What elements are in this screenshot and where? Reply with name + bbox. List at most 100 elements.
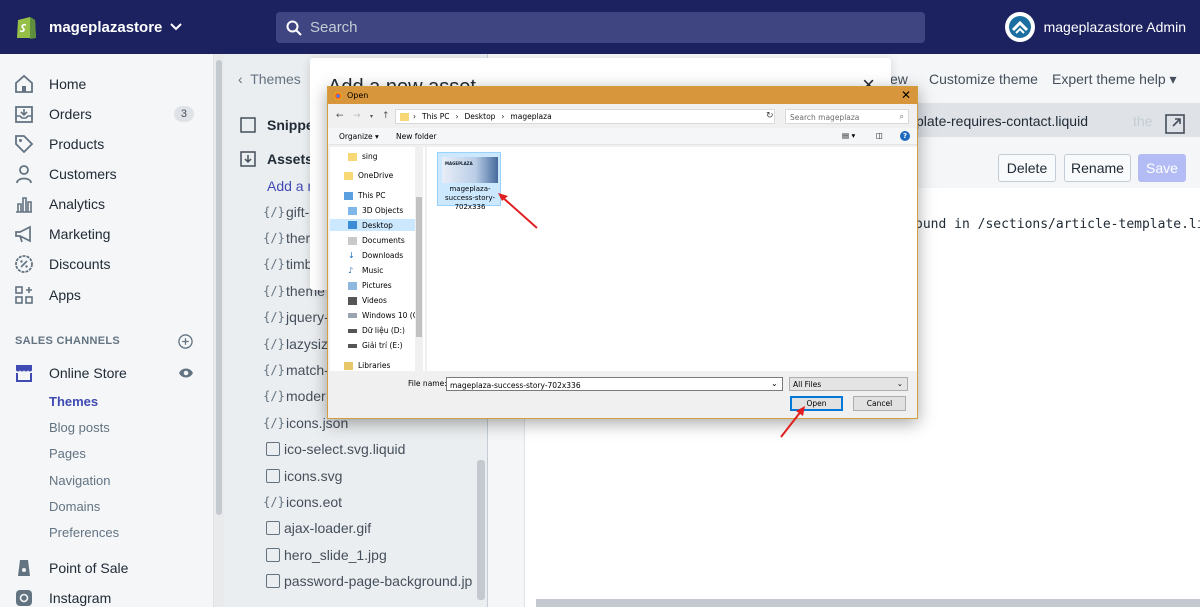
file-name-label: File name: [408, 379, 447, 388]
view-options-icon[interactable]: ▤ ▾ [842, 131, 855, 140]
file-item-selected[interactable]: MAGEPLAZA mageplaza-success-story-702x33… [437, 152, 501, 211]
preview-pane-icon[interactable]: ◫ [876, 131, 883, 140]
store-switcher[interactable]: mageplazastore [14, 14, 183, 40]
refresh-icon[interactable]: ↻ [766, 111, 774, 121]
asset-file[interactable]: hero_slide_1.jpg [266, 547, 387, 563]
sidebar-item-customers[interactable]: Customers [14, 163, 204, 185]
account-name: mageplazastore Admin [1043, 19, 1186, 35]
asset-file[interactable]: {/} moder [263, 388, 326, 404]
sidebar-scroll-thumb[interactable] [216, 60, 222, 515]
asset-file[interactable]: {/} ther [263, 230, 310, 246]
tree-item-libraries[interactable]: Libraries [344, 361, 390, 370]
customize-theme-link[interactable]: Customize theme [929, 71, 1038, 87]
open-file-tab[interactable]: plate-requires-contact.liquid the [880, 103, 1200, 137]
asset-file[interactable]: {/} timb [263, 256, 312, 272]
sidebar-sub-blog-posts[interactable]: Blog posts [49, 420, 110, 435]
address-bar[interactable]: › This PC › Desktop › mageplaza [395, 109, 775, 124]
asset-file[interactable]: ico-select.svg.liquid [266, 441, 405, 457]
forward-arrow-icon[interactable]: → [353, 111, 361, 121]
sidebar-sub-navigation[interactable]: Navigation [49, 473, 110, 488]
desktop-icon [348, 221, 357, 229]
back-to-themes-link[interactable]: ‹ Themes [238, 71, 301, 87]
open-button[interactable]: Open [790, 396, 843, 411]
tree-item-drive-d[interactable]: Dữ liệu (D:) [348, 326, 405, 335]
tree-item-pictures[interactable]: Pictures [348, 281, 392, 290]
asset-file[interactable]: {/} icons.eot [263, 494, 342, 510]
sidebar-item-analytics[interactable]: Analytics [14, 193, 204, 215]
organize-menu[interactable]: Organize ▾ [339, 132, 379, 141]
tree-item-3d-objects[interactable]: 3D Objects [348, 206, 403, 215]
file-type-select[interactable]: All Files ⌄ [789, 377, 908, 391]
asset-file[interactable]: {/} match- [263, 362, 329, 378]
tree-item-onedrive[interactable]: OneDrive [344, 171, 393, 180]
expert-theme-help-link[interactable]: Expert theme help ▾ [1052, 71, 1177, 88]
tree-item-drive-e[interactable]: Giải trí (E:) [348, 341, 403, 350]
delete-button[interactable]: Delete [998, 154, 1056, 182]
up-arrow-icon[interactable]: ↑ [382, 111, 390, 121]
tree-label: Music [362, 266, 384, 275]
sidebar-item-online-store[interactable]: Online Store [14, 362, 204, 384]
cancel-button[interactable]: Cancel [853, 396, 906, 411]
breadcrumb-desktop[interactable]: Desktop [464, 112, 495, 121]
search-input[interactable] [310, 19, 890, 36]
code-file-icon: {/} [263, 310, 285, 324]
sidebar-item-point-of-sale[interactable]: Point of Sale [14, 557, 204, 579]
asset-file[interactable]: password-page-background.jp [266, 573, 472, 589]
sidebar-sub-pages[interactable]: Pages [49, 446, 86, 461]
close-icon[interactable]: ✕ [901, 88, 911, 102]
preview-link[interactable]: ew [890, 71, 908, 87]
file-name-input[interactable] [446, 377, 783, 391]
sidebar-sub-preferences[interactable]: Preferences [49, 525, 119, 540]
recent-dropdown-icon[interactable]: ▾ [370, 113, 373, 120]
tree-item-drive-c[interactable]: Windows 10 (C:) [348, 311, 423, 320]
expand-icon[interactable] [1165, 114, 1185, 134]
sidebar-sub-domains[interactable]: Domains [49, 499, 100, 514]
drive-icon [348, 328, 357, 333]
sidebar-item-discounts[interactable]: Discounts [14, 253, 204, 275]
breadcrumb-this-pc[interactable]: This PC [422, 112, 449, 121]
asset-file[interactable]: ajax-loader.gif [266, 520, 371, 536]
tree-item-music[interactable]: ♪ Music [348, 266, 383, 275]
sidebar-item-apps[interactable]: Apps [14, 284, 204, 306]
tree-item-desktop[interactable]: Desktop [330, 219, 416, 231]
back-arrow-icon[interactable]: ← [336, 111, 344, 121]
tree-item-downloads[interactable]: ↓ Downloads [348, 251, 403, 260]
breadcrumb-mageplaza[interactable]: mageplaza [510, 112, 551, 121]
asset-file[interactable]: {/} lazysiz [263, 336, 328, 352]
asset-file[interactable]: icons.svg [266, 468, 342, 484]
tree-item-this-pc[interactable]: This PC [344, 191, 385, 200]
new-folder-button[interactable]: New folder [396, 132, 437, 141]
add-new-asset-link[interactable]: Add a n [267, 178, 315, 194]
asset-file[interactable]: {/} jquery- [263, 309, 329, 325]
tree-item-documents[interactable]: Documents [348, 236, 405, 245]
save-button[interactable]: Save [1138, 154, 1186, 182]
assets-folder[interactable]: Assets [240, 151, 313, 167]
sidebar-sub-themes[interactable]: Themes [49, 394, 98, 409]
asset-file[interactable]: {/} gift- [263, 204, 309, 220]
horizontal-scrollbar[interactable] [536, 599, 1200, 607]
sidebar-item-instagram[interactable]: Instagram [14, 587, 204, 607]
file-name-dropdown-icon[interactable]: ⌄ [771, 379, 778, 388]
sidebar-item-products[interactable]: Products [14, 133, 204, 155]
snippets-folder[interactable]: Snippe [240, 117, 314, 133]
help-icon[interactable]: ? [900, 131, 910, 141]
tree-item-videos[interactable]: Videos [348, 296, 387, 305]
search-placeholder: Search mageplaza [790, 113, 860, 122]
file-list-scrollbar[interactable] [477, 460, 485, 600]
file-name: ico-select.svg.liquid [284, 441, 406, 457]
eye-icon[interactable] [178, 367, 194, 379]
avatar [1004, 12, 1035, 42]
sidebar-item-marketing[interactable]: Marketing [14, 223, 204, 245]
add-sales-channel-icon[interactable] [178, 334, 193, 349]
tree-label: Pictures [362, 281, 392, 290]
sidebar-item-home[interactable]: Home [14, 73, 204, 95]
search-bar[interactable] [276, 12, 925, 43]
folder-search-input[interactable]: Search mageplaza ⌕ [785, 109, 909, 124]
account-menu[interactable]: mageplazastore Admin [1004, 12, 1186, 42]
tree-item-sing[interactable]: sing [348, 152, 378, 161]
thumbnail-logo: MAGEPLAZA [445, 161, 473, 166]
sidebar-item-orders[interactable]: Orders 3 [14, 103, 204, 125]
rename-button[interactable]: Rename [1064, 154, 1131, 182]
sidebar-item-label: Apps [49, 287, 81, 303]
tree-scroll-thumb[interactable] [416, 197, 422, 337]
